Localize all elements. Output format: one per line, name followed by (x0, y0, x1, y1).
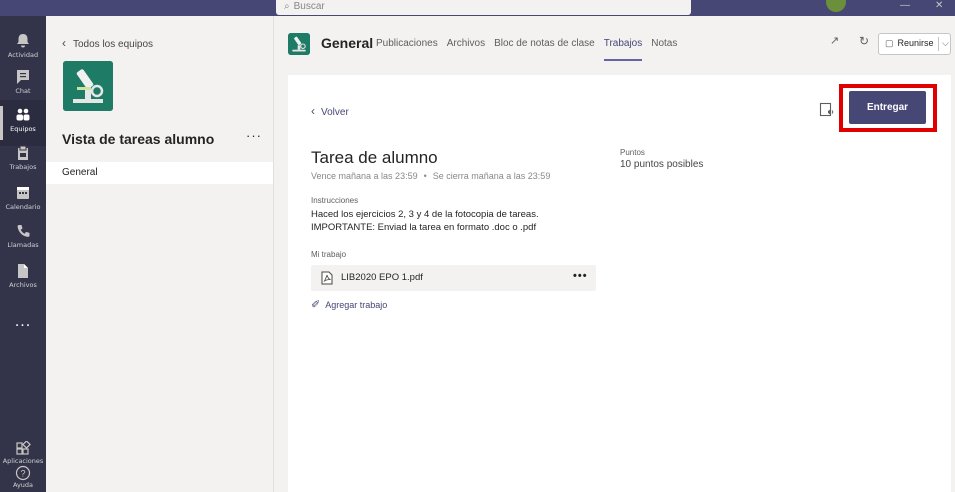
channel-tabs: Publicaciones Archivos Bloc de notas de cl… (376, 38, 686, 61)
rail-item-files[interactable]: Archivos (0, 256, 46, 302)
paperclip-icon: ✐ (311, 299, 321, 311)
submit-button[interactable]: Entregar (849, 91, 926, 124)
help-icon: ? (15, 465, 31, 481)
tab-posts[interactable]: Publicaciones (376, 38, 438, 49)
channel-header: General Publicaciones Archivos Bloc de not… (275, 16, 955, 74)
my-work-label: Mi trabajo (311, 250, 347, 259)
file-name: LIB2020 EPO 1.pdf (341, 272, 423, 283)
chevron-down-icon[interactable]: ⌵ (942, 38, 949, 49)
minimize-icon[interactable]: — (900, 0, 910, 12)
chevron-left-icon: ‹ (62, 36, 66, 50)
assignments-icon (18, 145, 28, 160)
tab-files[interactable]: Archivos (447, 38, 485, 49)
calendar-icon (17, 187, 29, 199)
points-value: 10 puntos posibles (620, 159, 704, 170)
search-icon: ⌕ (284, 1, 290, 12)
files-icon (18, 264, 28, 278)
more-apps-button[interactable]: ... (0, 314, 46, 330)
microscope-icon (63, 61, 113, 111)
microscope-icon (288, 33, 310, 55)
refresh-icon[interactable]: ↻ (859, 34, 869, 48)
channel-general[interactable]: General (46, 162, 273, 184)
instructions-text: Haced los ejercicios 2, 3 y 4 de la foto… (311, 209, 539, 220)
channel-title: General (321, 35, 374, 51)
team-name: Vista de tareas alumno (62, 131, 215, 147)
channel-team-icon (288, 33, 310, 55)
assignment-title: Tarea de alumno (311, 148, 438, 167)
user-avatar[interactable] (826, 0, 846, 12)
team-logo (63, 61, 113, 111)
assignment-card: ‹ Volver Entregar Tarea de alumno Vence m… (288, 75, 951, 492)
bell-icon (17, 34, 29, 48)
pdf-file-icon (321, 271, 333, 285)
phone-icon (17, 225, 30, 237)
teams-icon (16, 108, 30, 121)
tab-assignments[interactable]: Trabajos (603, 38, 642, 61)
chevron-left-icon: ‹ (311, 104, 315, 118)
video-camera-icon: ▢ (885, 38, 894, 48)
rail-item-apps[interactable]: Aplicaciones (0, 441, 46, 465)
search-input[interactable]: ⌕ Buscar (276, 0, 691, 15)
back-button[interactable]: ‹ Volver (311, 104, 349, 118)
title-bar: ⌕ Buscar — ✕ (0, 0, 955, 16)
instructions-text: IMPORTANTE: Enviad la tarea en formato .… (311, 222, 537, 233)
meet-button[interactable]: ▢ Reunirse ⌵ (878, 33, 951, 55)
chat-icon (17, 70, 29, 84)
apps-icon (16, 441, 31, 455)
app-rail: Actividad Chat Equipos Trabajos Calendar… (0, 16, 46, 492)
file-more-options[interactable]: ••• (573, 270, 588, 282)
points-label: Puntos (620, 148, 645, 157)
all-teams-link[interactable]: ‹ Todos los equipos (62, 36, 153, 50)
immersive-reader-icon[interactable] (819, 102, 835, 118)
tab-class-notebook[interactable]: Bloc de notas de clase (494, 38, 595, 49)
attached-file[interactable]: LIB2020 EPO 1.pdf ••• (311, 265, 596, 291)
instructions-label: Instrucciones (311, 196, 359, 205)
assignment-due: Vence mañana a las 23:59 • Se cierra mañan… (311, 171, 551, 181)
rail-item-help[interactable]: ? Ayuda (0, 465, 46, 489)
team-more-options[interactable]: ··· (246, 128, 262, 143)
close-icon[interactable]: ✕ (935, 0, 943, 12)
add-work-link[interactable]: ✐ Agregar trabajo (311, 298, 387, 311)
tab-grades[interactable]: Notas (651, 38, 677, 49)
teams-panel: ‹ Todos los equipos Vista de tareas alumn… (46, 16, 274, 492)
svg-text:?: ? (20, 469, 25, 479)
expand-icon[interactable]: ↗ (830, 34, 839, 47)
